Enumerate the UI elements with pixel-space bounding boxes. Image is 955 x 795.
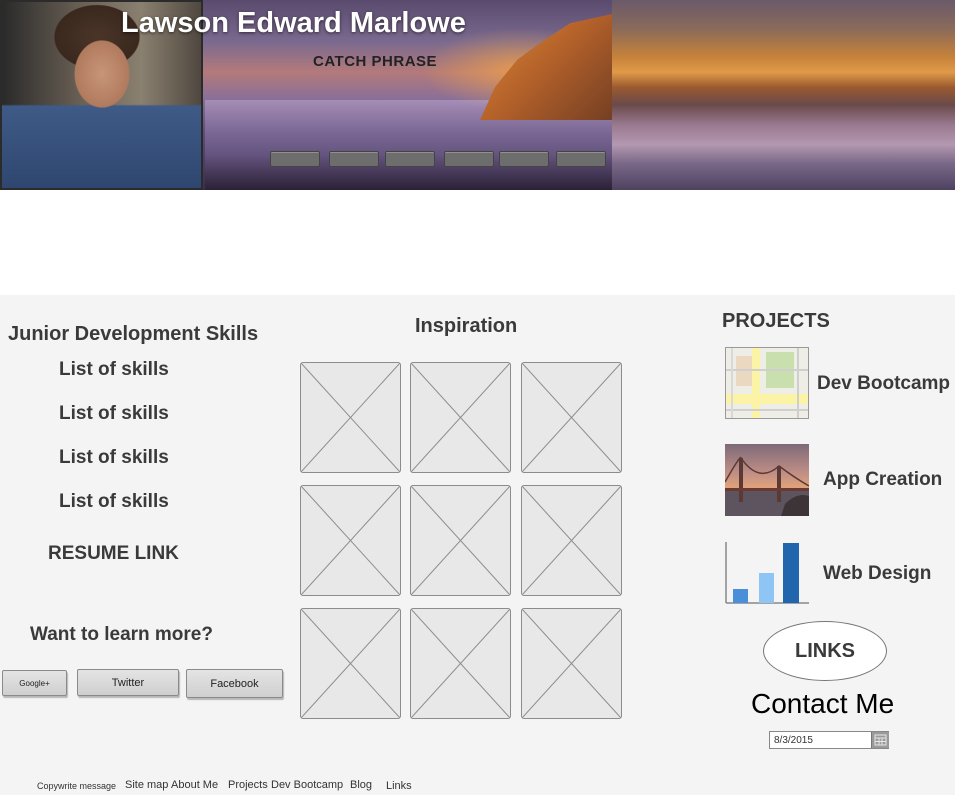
inspiration-title: Inspiration: [415, 315, 518, 337]
banner-streak: [612, 0, 955, 190]
google-plus-button[interactable]: Google+: [2, 670, 67, 696]
learn-more-heading: Want to learn more?: [30, 624, 213, 645]
footer-copyright: Copywrite message: [37, 781, 117, 791]
footer-link-projects[interactable]: Projects: [228, 779, 268, 791]
catch-phrase: CATCH PHRASE: [313, 53, 438, 70]
image-placeholder[interactable]: [410, 485, 511, 596]
site-title: Lawson Edward Marlowe: [121, 7, 466, 39]
footer-link-links[interactable]: Links: [386, 780, 412, 792]
skill-item: List of skills: [59, 359, 169, 380]
twitter-button[interactable]: Twitter: [77, 669, 179, 696]
skill-item: List of skills: [59, 491, 169, 512]
projects-title: PROJECTS: [722, 310, 830, 332]
footer-link-blog[interactable]: Blog: [350, 779, 372, 791]
bar-chart-icon[interactable]: [725, 540, 809, 612]
bridge-photo[interactable]: [725, 444, 809, 516]
project-web-design[interactable]: Web Design: [823, 563, 931, 585]
map-icon[interactable]: [725, 347, 809, 419]
resume-link[interactable]: RESUME LINK: [48, 543, 179, 565]
contact-me-heading: Contact Me: [751, 688, 895, 719]
project-dev-bootcamp[interactable]: Dev Bootcamp: [817, 373, 950, 395]
calendar-icon[interactable]: [871, 732, 889, 748]
banner-cliff: [480, 10, 630, 120]
image-placeholder[interactable]: [521, 608, 622, 719]
project-app-creation[interactable]: App Creation: [823, 469, 942, 491]
nav-button-6[interactable]: [556, 151, 606, 167]
skill-item: List of skills: [59, 403, 169, 424]
image-placeholder[interactable]: [410, 362, 511, 473]
image-placeholder[interactable]: [300, 608, 401, 719]
image-placeholder[interactable]: [300, 362, 401, 473]
image-placeholder[interactable]: [300, 485, 401, 596]
footer-link-site-map[interactable]: Site map: [125, 779, 168, 791]
skill-item: List of skills: [59, 447, 169, 468]
nav-button-2[interactable]: [329, 151, 379, 167]
image-placeholder[interactable]: [410, 608, 511, 719]
image-placeholder[interactable]: [521, 485, 622, 596]
facebook-button[interactable]: Facebook: [186, 669, 283, 698]
image-placeholder[interactable]: [521, 362, 622, 473]
footer-link-dev-bootcamp[interactable]: Dev Bootcamp: [271, 779, 343, 791]
nav-button-4[interactable]: [444, 151, 494, 167]
nav-button-1[interactable]: [270, 151, 320, 167]
footer-link-about-me[interactable]: About Me: [171, 779, 218, 791]
skills-title: Junior Development Skills: [8, 323, 259, 345]
nav-button-3[interactable]: [385, 151, 435, 167]
nav-button-5[interactable]: [499, 151, 549, 167]
links-button[interactable]: LINKS: [763, 621, 887, 681]
